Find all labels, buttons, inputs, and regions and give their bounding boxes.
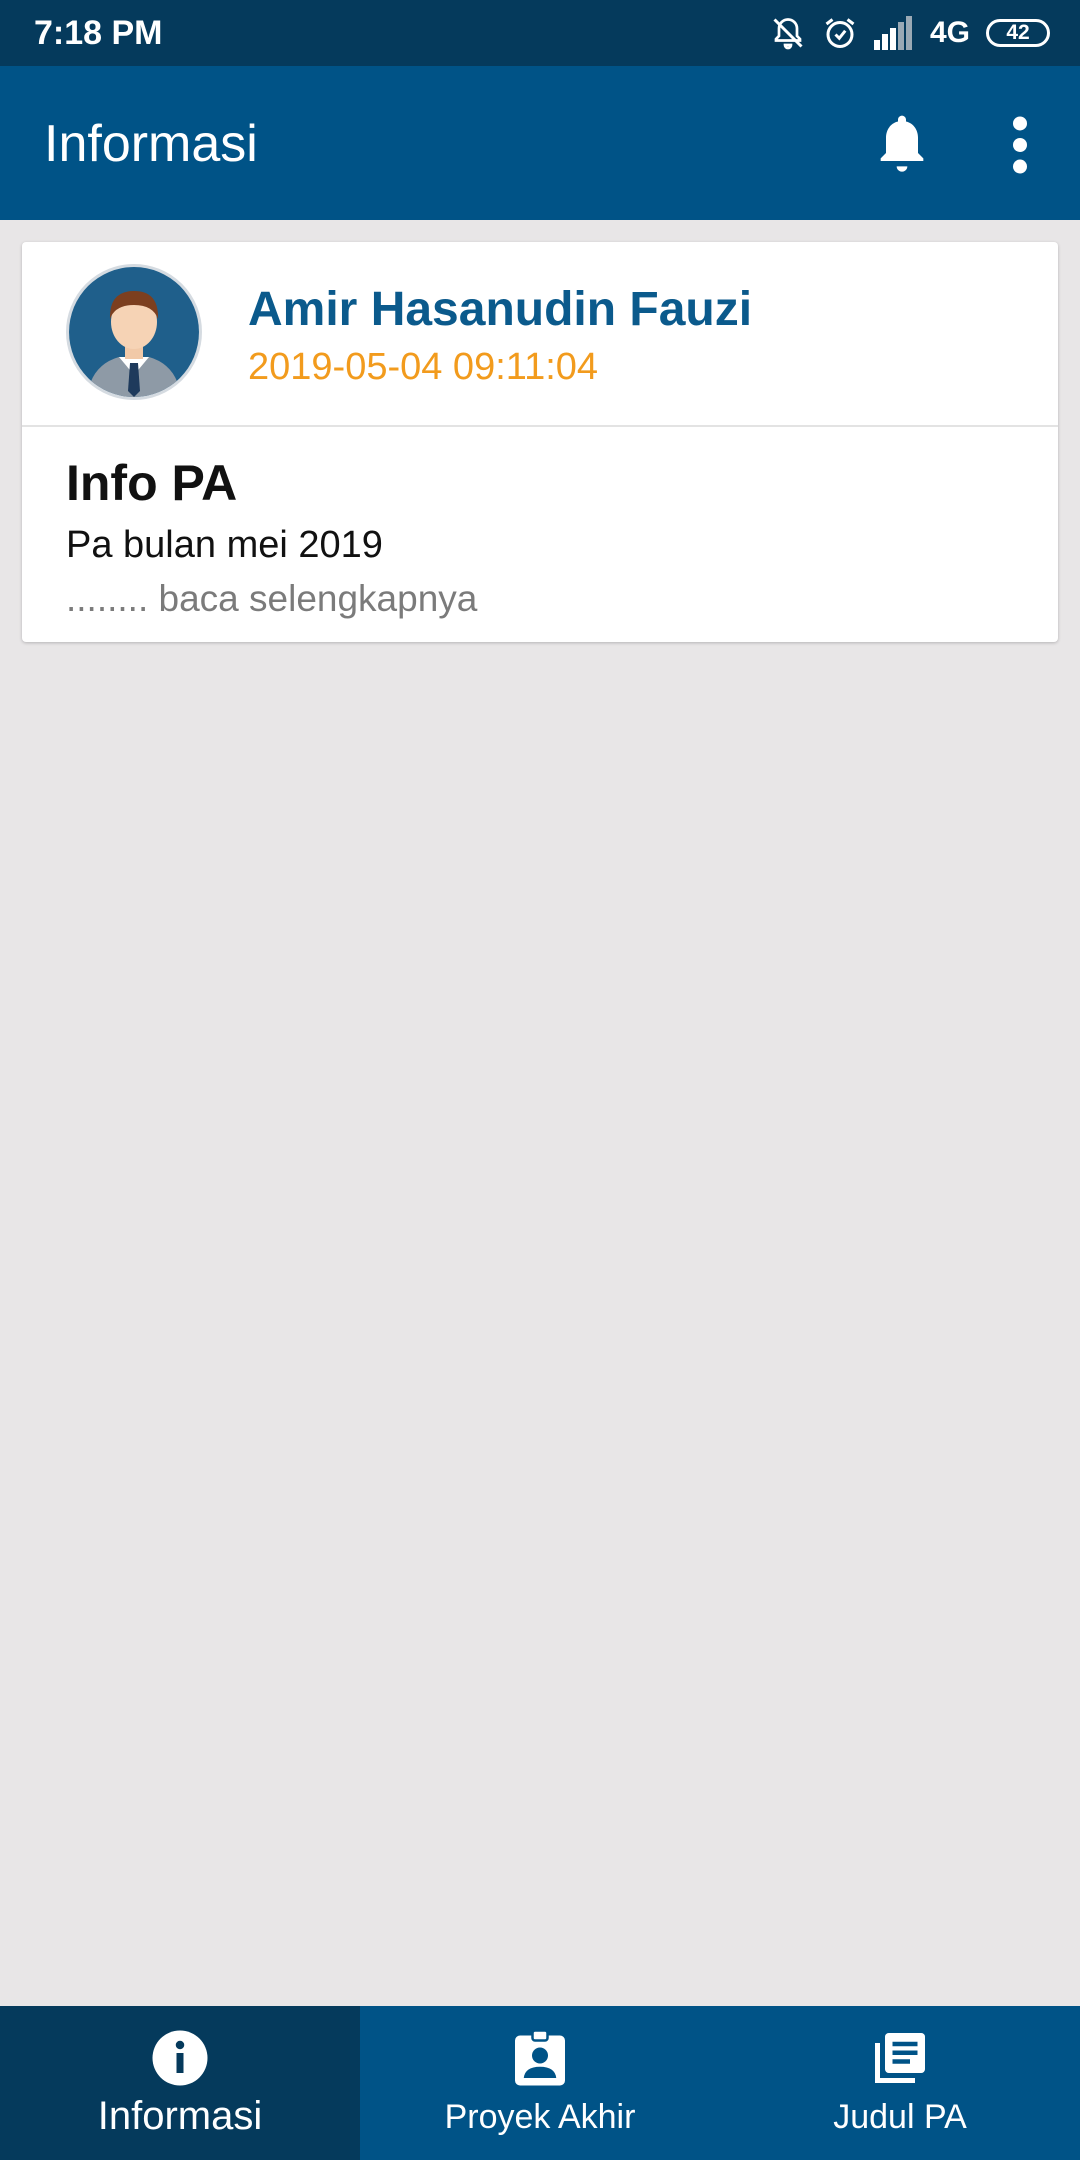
bell-icon [880, 115, 924, 172]
library-books-icon [875, 2033, 925, 2083]
more-vert-icon [1013, 116, 1027, 174]
status-time: 7:18 PM [34, 14, 163, 52]
network-type: 4G [929, 16, 970, 49]
status-icons: 4G 42 [770, 12, 1050, 54]
battery-level: 42 [1006, 21, 1030, 44]
nav-label-informasi: Informasi [97, 2094, 263, 2138]
author-name: Amir Hasanudin Fauzi [248, 283, 753, 336]
nav-item-proyek-akhir[interactable]: Proyek Akhir [360, 2006, 720, 2160]
read-more-link[interactable]: ........ baca selengkapnya [66, 578, 477, 620]
status-bar: 7:18 PM 4G 42 [0, 0, 1080, 66]
nav-label-proyek-akhir: Proyek Akhir [444, 2098, 636, 2136]
info-card[interactable]: Amir Hasanudin Fauzi 2019-05-04 09:11:04… [22, 242, 1058, 642]
alarm-icon [825, 18, 855, 48]
post-title: Info PA [66, 455, 238, 511]
card-divider [22, 425, 1058, 427]
signal-icon [873, 16, 912, 50]
overflow-menu-button[interactable] [1000, 110, 1040, 180]
page-title: Informasi [44, 115, 258, 173]
notifications-button[interactable] [870, 110, 934, 180]
app-bar: Informasi [0, 66, 1080, 220]
muted-bell-icon [773, 18, 803, 50]
post-timestamp: 2019-05-04 09:11:04 [248, 346, 599, 388]
post-body: Pa bulan mei 2019 [66, 524, 383, 566]
assignment-ind-icon [515, 2029, 565, 2086]
battery-icon: 42 [986, 19, 1050, 47]
nav-item-informasi[interactable]: Informasi [0, 2006, 360, 2160]
nav-label-judul-pa: Judul PA [833, 2098, 967, 2136]
bottom-navigation: Informasi Proyek Akhir Judul PA [0, 2006, 1080, 2160]
nav-item-judul-pa[interactable]: Judul PA [720, 2006, 1080, 2160]
person-avatar-icon [69, 267, 199, 397]
avatar [66, 264, 202, 400]
info-icon [152, 2030, 208, 2086]
